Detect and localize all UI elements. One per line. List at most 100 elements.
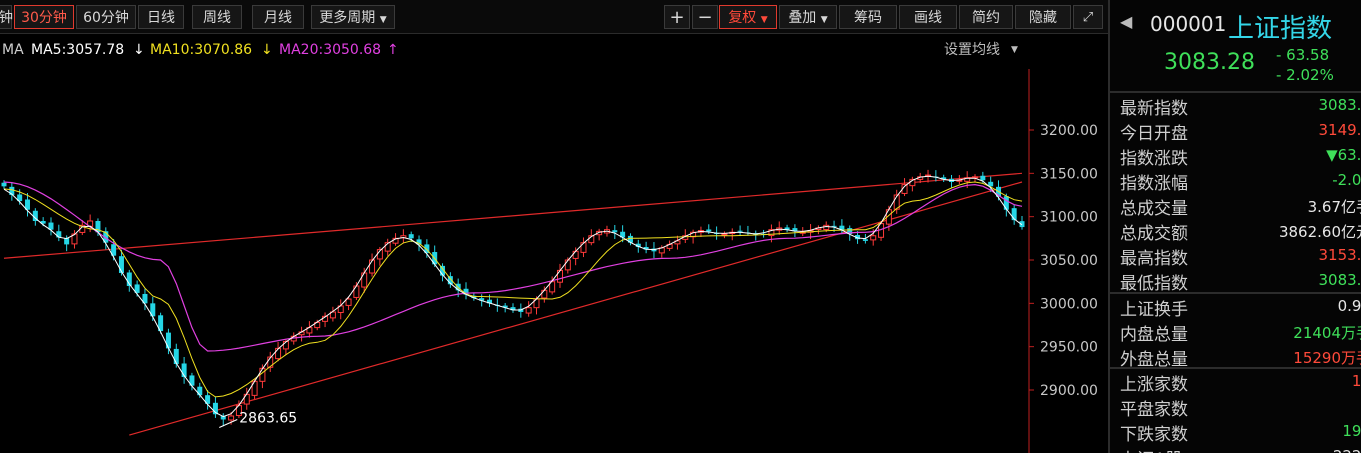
expand-icon[interactable]: ⤢	[1073, 5, 1103, 29]
quote-row: 上证A股 2221	[1120, 445, 1361, 453]
candle-body	[173, 348, 179, 364]
quote-value: 2221	[1260, 447, 1361, 453]
candle-body	[408, 234, 414, 239]
quote-row: 总成交额 3862.60亿元	[1120, 219, 1361, 244]
y-tick-label: 3000.00	[1040, 296, 1098, 312]
divider	[1110, 91, 1361, 93]
more-periods-dropdown[interactable]: 更多周期 ▼	[311, 5, 395, 29]
candle-body	[1003, 196, 1009, 210]
quote-row: 下跌家数 195	[1120, 420, 1361, 445]
candle-body	[612, 230, 618, 233]
price-change-pct: - 2.02%	[1276, 66, 1334, 84]
zoom-in-button[interactable]: +	[664, 5, 690, 29]
quote-sidebar: ◀ 000001 上证指数 3083.28 - 63.58 - 2.02% 最新…	[1108, 0, 1361, 453]
candle-body	[228, 415, 235, 421]
candle-body	[345, 298, 352, 306]
quote-label: 上涨家数	[1120, 375, 1188, 395]
quote-value: 3149.0	[1318, 121, 1361, 139]
tab-monthly[interactable]: 月线	[252, 5, 304, 29]
quote-value: 3083.2	[1318, 271, 1361, 289]
candle-body	[721, 233, 728, 236]
overlay-label: 叠加	[788, 10, 817, 26]
quote-row: 上涨家数 15	[1120, 370, 1361, 395]
quote-row: 最高指数 3153.1	[1120, 244, 1361, 269]
quote-label: 今日开盘	[1120, 124, 1188, 144]
candle-body	[706, 229, 712, 232]
quote-label: 指数涨幅	[1120, 174, 1188, 194]
quote-label: 上证换手	[1120, 300, 1188, 320]
quote-row: 指数涨幅 -2.02	[1120, 169, 1361, 194]
y-tick-label: 3050.00	[1040, 253, 1098, 269]
y-tick-label: 2900.00	[1040, 383, 1098, 399]
ma5-value: MA5:3057.78	[31, 42, 124, 58]
quote-label: 总成交额	[1120, 224, 1188, 244]
quote-row: 平盘家数	[1120, 395, 1361, 420]
current-price: 3083.28	[1164, 50, 1255, 75]
quote-value: 15	[1351, 372, 1361, 390]
quote-label: 平盘家数	[1120, 400, 1188, 420]
ma10-arrow: ↓	[261, 42, 273, 58]
min-pointer	[219, 419, 238, 428]
candle-body	[564, 259, 571, 271]
candlestick-chart[interactable]: MA MA5:3057.78 ↓ MA10:3070.86 ↓ MA20:3050.68 ↑…	[0, 33, 1108, 453]
quote-value: ▼63.5	[1326, 146, 1361, 164]
zoom-out-button[interactable]: −	[692, 5, 718, 29]
quote-row: 最低指数 3083.2	[1120, 269, 1361, 294]
candle-body	[197, 386, 203, 396]
y-tick-label: 3100.00	[1040, 210, 1098, 226]
candle-body	[259, 367, 266, 382]
collapse-arrow-icon[interactable]: ◀	[1120, 12, 1132, 31]
tab-weekly[interactable]: 周线	[192, 5, 242, 29]
quote-label: 最高指数	[1120, 249, 1188, 269]
tab-30min[interactable]: 30分钟	[14, 5, 74, 29]
candle-body	[56, 231, 62, 238]
price-change: - 63.58	[1276, 46, 1330, 64]
tab-60min[interactable]: 60分钟	[76, 5, 136, 29]
candle-body	[737, 230, 743, 232]
quote-row: 上证换手 0.90	[1120, 295, 1361, 320]
quote-row: 内盘总量 21404万手	[1120, 320, 1361, 345]
chevron-down-icon: ▼	[379, 15, 387, 25]
tab-partial[interactable]: 钟	[0, 5, 13, 29]
overlay-dropdown[interactable]: 叠加 ▼	[779, 5, 837, 29]
candle-body	[118, 256, 124, 273]
chips-button[interactable]: 筹码	[839, 5, 897, 29]
quote-value: 15290万手	[1293, 349, 1361, 367]
candle-body	[275, 347, 282, 360]
quote-value: 3.67亿手	[1307, 198, 1361, 216]
candle-body	[823, 224, 830, 230]
ma10-value: MA10:3070.86	[150, 42, 252, 58]
quote-row: 最新指数 3083.2	[1120, 94, 1361, 119]
quote-label: 内盘总量	[1120, 325, 1188, 345]
chevron-down-icon: ▼	[760, 15, 768, 25]
tab-daily[interactable]: 日线	[138, 5, 184, 29]
quote-value: 0.90	[1337, 297, 1361, 315]
candle-body	[165, 332, 171, 349]
ma5-arrow: ↓	[133, 42, 145, 58]
divider	[1110, 367, 1361, 369]
hide-button[interactable]: 隐藏	[1015, 5, 1071, 29]
quote-label: 上证A股	[1120, 445, 1183, 453]
candle-body	[369, 259, 376, 274]
simple-mode-button[interactable]: 简约	[959, 5, 1013, 29]
ma20-line	[3, 181, 1023, 352]
quote-label: 最新指数	[1120, 99, 1188, 119]
quote-value: 195	[1342, 422, 1361, 440]
quote-value: 3862.60亿元	[1278, 223, 1361, 241]
quote-value: 21404万手	[1293, 324, 1361, 342]
draw-line-button[interactable]: 画线	[899, 5, 957, 29]
ma-prefix: MA	[2, 42, 24, 58]
ma20-arrow: ↑	[387, 42, 399, 58]
divider	[1110, 292, 1361, 294]
chevron-down-icon: ▼	[1011, 45, 1018, 55]
quote-row: 指数涨跌 ▼63.5	[1120, 144, 1361, 169]
quote-label: 下跌家数	[1120, 425, 1188, 445]
quote-value: 3083.2	[1318, 96, 1361, 114]
quote-value: 3153.1	[1318, 246, 1361, 264]
fuquan-dropdown[interactable]: 复权 ▼	[719, 5, 777, 29]
trend-line	[3, 172, 1023, 259]
candle-body	[862, 239, 868, 241]
ma-settings-button[interactable]: 设置均线	[944, 42, 1000, 58]
candle-body	[870, 235, 877, 241]
stock-code: 000001	[1150, 12, 1227, 36]
